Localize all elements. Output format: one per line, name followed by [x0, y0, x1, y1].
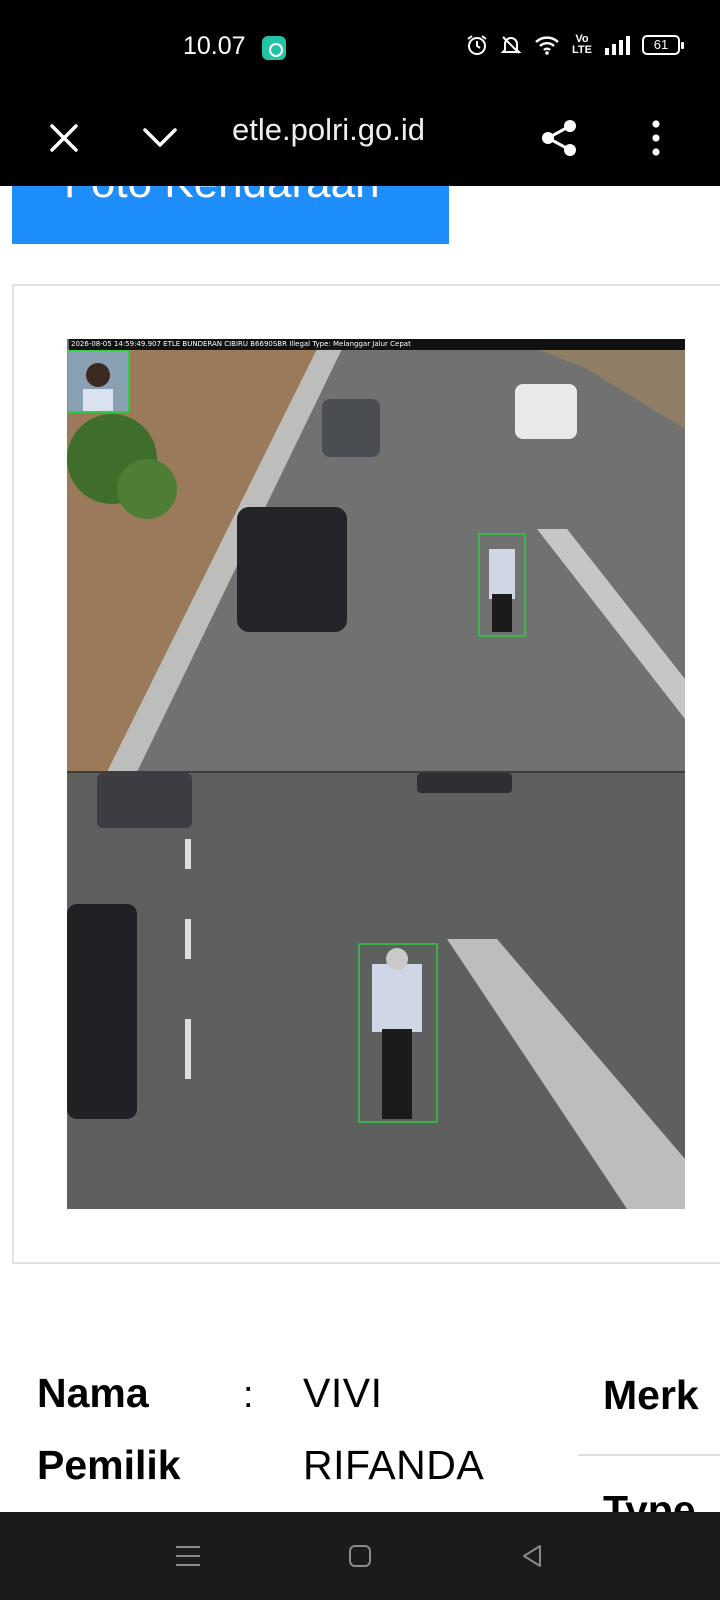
more-vertical-icon	[652, 120, 660, 156]
info-divider	[578, 1454, 720, 1456]
vehicle-photo-image	[67, 339, 685, 1209]
battery-icon: 61	[642, 35, 684, 55]
photo-caption: 2026-08-05 14:59:49.907 ETLE BUNDERAN CI…	[69, 339, 685, 350]
close-tab-button[interactable]	[36, 110, 92, 166]
mute-bell-icon	[500, 36, 522, 54]
volte-indicator: Vo LTE	[572, 33, 592, 56]
vehicle-photo[interactable]: 2026-08-05 14:59:49.907 ETLE BUNDERAN CI…	[67, 339, 685, 1209]
owner-name-line1: VIVI	[303, 1370, 383, 1416]
alarm-icon	[467, 35, 487, 55]
merk-label: Merk	[603, 1372, 699, 1418]
more-options-button[interactable]	[628, 110, 684, 166]
photo-section-button[interactable]: Foto Kendaraan	[12, 186, 449, 244]
home-button[interactable]	[338, 1534, 382, 1578]
wifi-icon	[535, 36, 559, 55]
home-square-icon	[349, 1545, 371, 1567]
minimize-button[interactable]	[132, 110, 188, 166]
status-icons: Vo LTE 61	[466, 33, 684, 56]
notification-app-icon	[262, 36, 286, 60]
close-icon	[50, 124, 78, 152]
recent-apps-button[interactable]	[166, 1534, 210, 1578]
system-navigation-bar	[0, 1512, 720, 1600]
owner-label-line1: Nama	[37, 1370, 149, 1416]
status-bar: 10.07 Vo LTE 61	[0, 0, 720, 90]
status-time: 10.07	[183, 32, 246, 60]
photo-section-label: Foto Kendaraan	[64, 186, 380, 208]
signal-icon	[605, 36, 630, 55]
back-button[interactable]	[510, 1534, 554, 1578]
share-icon	[542, 120, 576, 156]
share-button[interactable]	[532, 110, 588, 166]
owner-label-line2: Pemilik	[37, 1442, 181, 1488]
menu-icon	[176, 1546, 200, 1566]
chevron-down-icon	[143, 128, 177, 147]
browser-toolbar: etle.polri.go.id	[0, 90, 720, 186]
url-text[interactable]: etle.polri.go.id	[232, 112, 425, 148]
label-separator: :	[243, 1374, 254, 1416]
owner-name-line2: RIFANDA	[303, 1442, 485, 1488]
back-triangle-icon	[523, 1545, 541, 1567]
